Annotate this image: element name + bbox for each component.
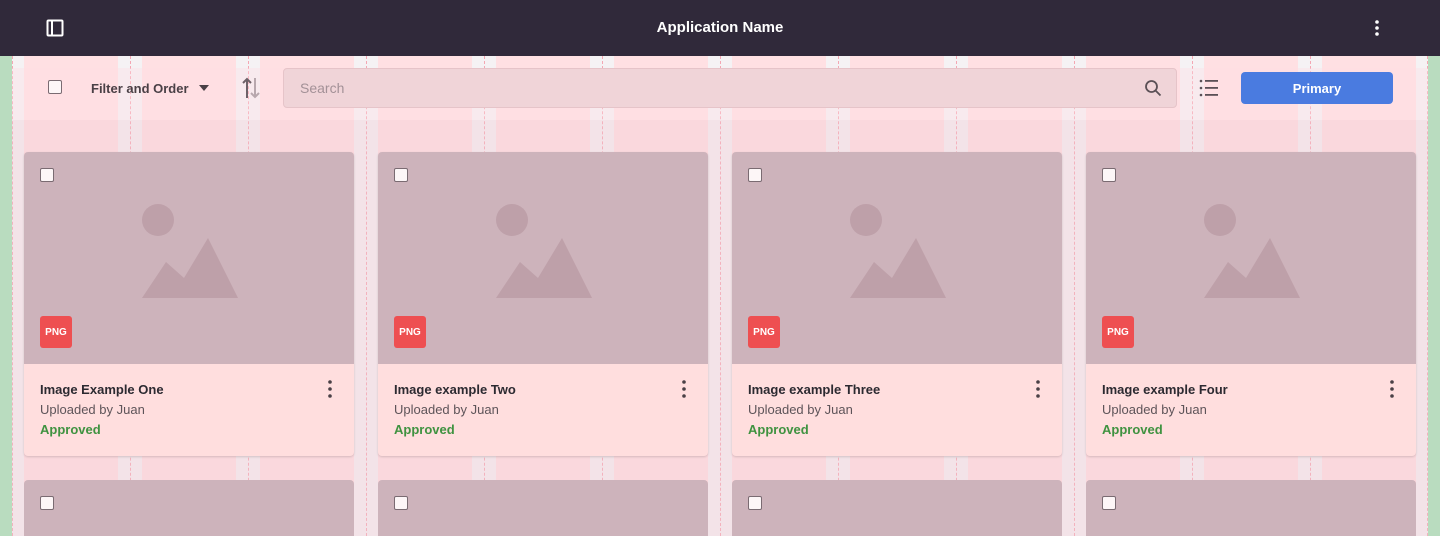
card-more-icon[interactable] xyxy=(676,380,692,402)
image-card[interactable]: PNG Image example Four Uploaded by Juan … xyxy=(1086,152,1416,456)
card-checkbox[interactable] xyxy=(40,496,54,510)
image-card[interactable] xyxy=(1086,480,1416,536)
card-checkbox[interactable] xyxy=(40,168,54,182)
app-bar: Application Name xyxy=(0,0,1440,56)
card-checkbox[interactable] xyxy=(394,168,408,182)
image-card[interactable] xyxy=(24,480,354,536)
content-area: Filter and Order Search Primary PNG Imag… xyxy=(0,56,1440,536)
more-vertical-icon[interactable] xyxy=(1349,0,1405,56)
card-more-icon[interactable] xyxy=(1030,380,1046,402)
card-checkbox[interactable] xyxy=(1102,168,1116,182)
card-uploader: Uploaded by Juan xyxy=(1102,402,1207,417)
image-card[interactable]: PNG Image example Three Uploaded by Juan… xyxy=(732,152,1062,456)
card-title: Image example Two xyxy=(394,382,516,397)
file-type-badge: PNG xyxy=(748,316,780,348)
card-status: Approved xyxy=(40,422,101,437)
app-title: Application Name xyxy=(656,19,784,36)
caret-down-icon xyxy=(198,85,209,91)
image-card[interactable] xyxy=(732,480,1062,536)
grid-margin-right xyxy=(1428,56,1440,536)
card-checkbox[interactable] xyxy=(748,168,762,182)
filter-label: Filter and Order xyxy=(91,80,189,96)
card-checkbox[interactable] xyxy=(748,496,762,510)
card-thumbnail: PNG xyxy=(732,152,1062,364)
card-title: Image example Three xyxy=(748,382,881,397)
card-more-icon[interactable] xyxy=(1384,380,1400,402)
image-placeholder-icon xyxy=(496,204,592,298)
search-placeholder: Search xyxy=(300,80,345,96)
sort-icon[interactable] xyxy=(240,76,262,100)
card-checkbox[interactable] xyxy=(394,496,408,510)
file-type-badge: PNG xyxy=(394,316,426,348)
grid-margin-left xyxy=(0,56,12,536)
filter-and-order-dropdown[interactable]: Filter and Order xyxy=(91,78,209,98)
card-title: Image Example One xyxy=(40,382,164,397)
image-card[interactable]: PNG Image Example One Uploaded by Juan A… xyxy=(24,152,354,456)
card-status: Approved xyxy=(1102,422,1163,437)
image-placeholder-icon xyxy=(142,204,238,298)
card-status: Approved xyxy=(394,422,455,437)
card-uploader: Uploaded by Juan xyxy=(394,402,499,417)
image-placeholder-icon xyxy=(1204,204,1300,298)
image-card[interactable] xyxy=(378,480,708,536)
card-thumbnail: PNG xyxy=(378,152,708,364)
image-card[interactable]: PNG Image example Two Uploaded by Juan A… xyxy=(378,152,708,456)
card-status: Approved xyxy=(748,422,809,437)
file-type-badge: PNG xyxy=(1102,316,1134,348)
select-all-checkbox[interactable] xyxy=(48,80,62,94)
list-view-icon[interactable] xyxy=(1199,78,1219,98)
card-more-icon[interactable] xyxy=(322,380,338,402)
search-input[interactable]: Search xyxy=(283,68,1177,108)
file-type-badge: PNG xyxy=(40,316,72,348)
card-thumbnail: PNG xyxy=(24,152,354,364)
card-checkbox[interactable] xyxy=(1102,496,1116,510)
card-title: Image example Four xyxy=(1102,382,1228,397)
search-icon[interactable] xyxy=(1144,79,1162,97)
image-placeholder-icon xyxy=(850,204,946,298)
card-thumbnail: PNG xyxy=(1086,152,1416,364)
card-uploader: Uploaded by Juan xyxy=(748,402,853,417)
primary-button[interactable]: Primary xyxy=(1241,72,1393,104)
card-uploader: Uploaded by Juan xyxy=(40,402,145,417)
